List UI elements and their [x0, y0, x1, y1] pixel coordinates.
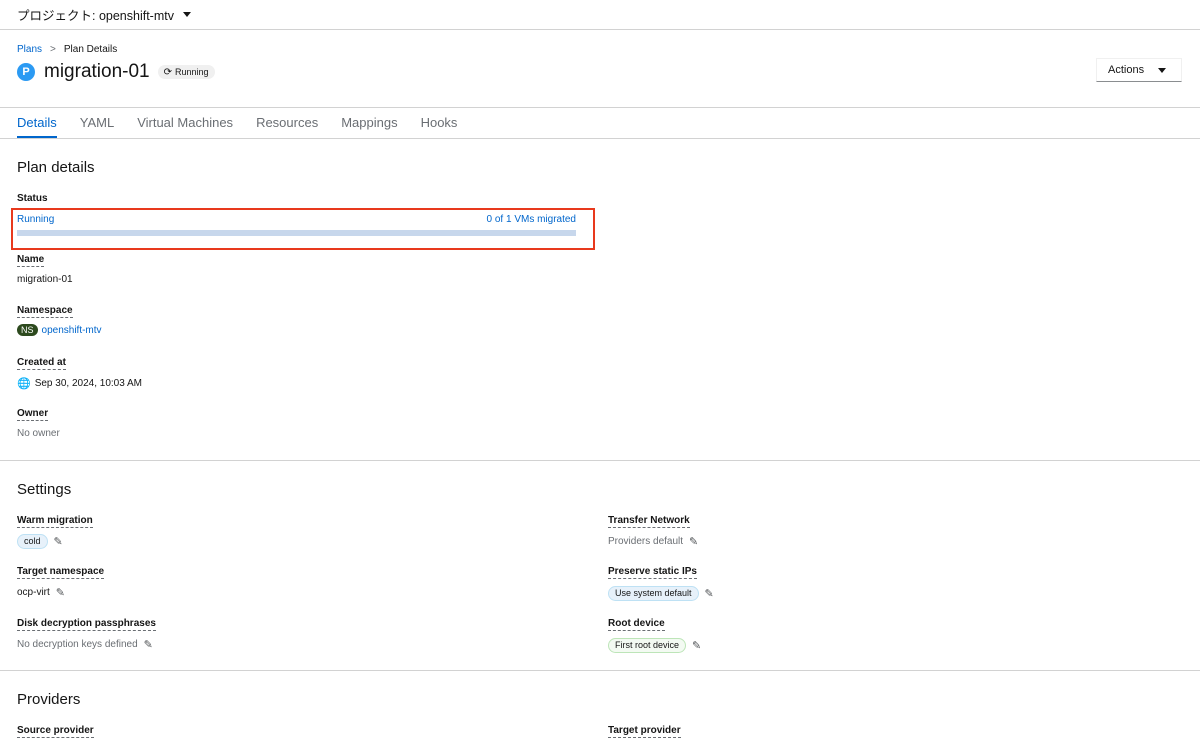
created-at-text: Sep 30, 2024, 10:03 AM	[34, 378, 143, 389]
target-namespace-value: ocp-virt ✎	[17, 586, 65, 599]
project-selector-label: プロジェクト: openshift-mtv	[17, 9, 174, 23]
name-label: Name	[17, 254, 45, 267]
pencil-icon[interactable]: ✎	[56, 586, 65, 599]
chevron-right-icon: >	[50, 44, 56, 55]
preserve-static-ips-chip: Use system default	[608, 586, 699, 601]
plan-resource-badge: P	[17, 63, 35, 81]
warm-migration-value: cold ✎	[17, 534, 63, 549]
created-at-label: Created at	[17, 357, 66, 370]
name-value: migration-01	[17, 274, 73, 285]
section-divider	[0, 460, 1200, 461]
preserve-static-ips-label: Preserve static IPs	[608, 566, 697, 579]
actions-label: Actions	[1108, 64, 1145, 76]
pencil-icon[interactable]: ✎	[692, 639, 701, 652]
breadcrumb-current: Plan Details	[63, 44, 118, 55]
owner-value: No owner	[17, 428, 60, 439]
pencil-icon[interactable]: ✎	[144, 638, 153, 651]
tab-details[interactable]: Details	[17, 108, 57, 138]
warm-migration-label: Warm migration	[17, 515, 93, 528]
target-namespace-text: ocp-virt	[17, 587, 50, 598]
disk-decryption-text: No decryption keys defined	[17, 639, 138, 650]
preserve-static-ips-value: Use system default ✎	[608, 586, 714, 601]
vms-migrated-count[interactable]: 0 of 1 VMs migrated	[460, 214, 576, 225]
page-header: P migration-01 ⟳ Running	[17, 61, 215, 83]
caret-down-icon	[1158, 67, 1167, 73]
tab-yaml[interactable]: YAML	[80, 108, 114, 138]
target-provider-label: Target provider	[608, 725, 681, 738]
warm-migration-chip: cold	[17, 534, 48, 549]
breadcrumb: Plans > Plan Details	[17, 44, 117, 55]
created-at-value: 🌐 Sep 30, 2024, 10:03 AM	[17, 377, 142, 390]
breadcrumb-plans-link[interactable]: Plans	[17, 44, 42, 55]
project-selector[interactable]: プロジェクト: openshift-mtv	[0, 0, 1200, 30]
namespace-label: Namespace	[17, 305, 73, 318]
disk-decryption-label: Disk decryption passphrases	[17, 618, 156, 631]
providers-heading: Providers	[17, 691, 81, 708]
status-value[interactable]: Running	[17, 214, 54, 225]
tab-virtual-machines[interactable]: Virtual Machines	[137, 108, 233, 138]
pencil-icon[interactable]: ✎	[705, 587, 714, 600]
namespace-badge: NS	[17, 324, 38, 336]
owner-label: Owner	[17, 408, 49, 421]
source-provider-label: Source provider	[17, 725, 94, 738]
caret-down-icon	[182, 12, 191, 17]
pencil-icon[interactable]: ✎	[54, 535, 63, 548]
sync-icon: ⟳	[163, 66, 172, 78]
disk-decryption-value: No decryption keys defined ✎	[17, 638, 153, 651]
tab-hooks[interactable]: Hooks	[421, 108, 458, 138]
root-device-value: First root device ✎	[608, 638, 701, 653]
transfer-network-label: Transfer Network	[608, 515, 690, 528]
status-badge: ⟳ Running	[157, 65, 215, 79]
globe-icon: 🌐	[17, 378, 31, 390]
transfer-network-text: Providers default	[608, 536, 684, 547]
section-divider	[0, 670, 1200, 671]
root-device-label: Root device	[608, 618, 665, 631]
page-title: migration-01	[44, 61, 150, 82]
tab-resources[interactable]: Resources	[256, 108, 318, 138]
actions-dropdown-button[interactable]: Actions	[1096, 58, 1182, 82]
root-device-chip: First root device	[608, 638, 687, 653]
transfer-network-value: Providers default ✎	[608, 535, 698, 548]
settings-heading: Settings	[17, 481, 72, 498]
pencil-icon[interactable]: ✎	[689, 535, 698, 548]
migration-progress-bar	[17, 230, 576, 236]
plan-details-heading: Plan details	[17, 159, 95, 176]
namespace-link[interactable]: openshift-mtv	[42, 325, 102, 336]
tab-mappings[interactable]: Mappings	[341, 108, 397, 138]
tabs-divider	[0, 138, 1200, 139]
status-badge-label: Running	[175, 67, 209, 77]
namespace-value: NS openshift-mtv	[17, 324, 102, 336]
target-namespace-label: Target namespace	[17, 566, 105, 579]
tab-bar: Details YAML Virtual Machines Resources …	[0, 108, 1200, 138]
status-label: Status	[17, 193, 48, 204]
